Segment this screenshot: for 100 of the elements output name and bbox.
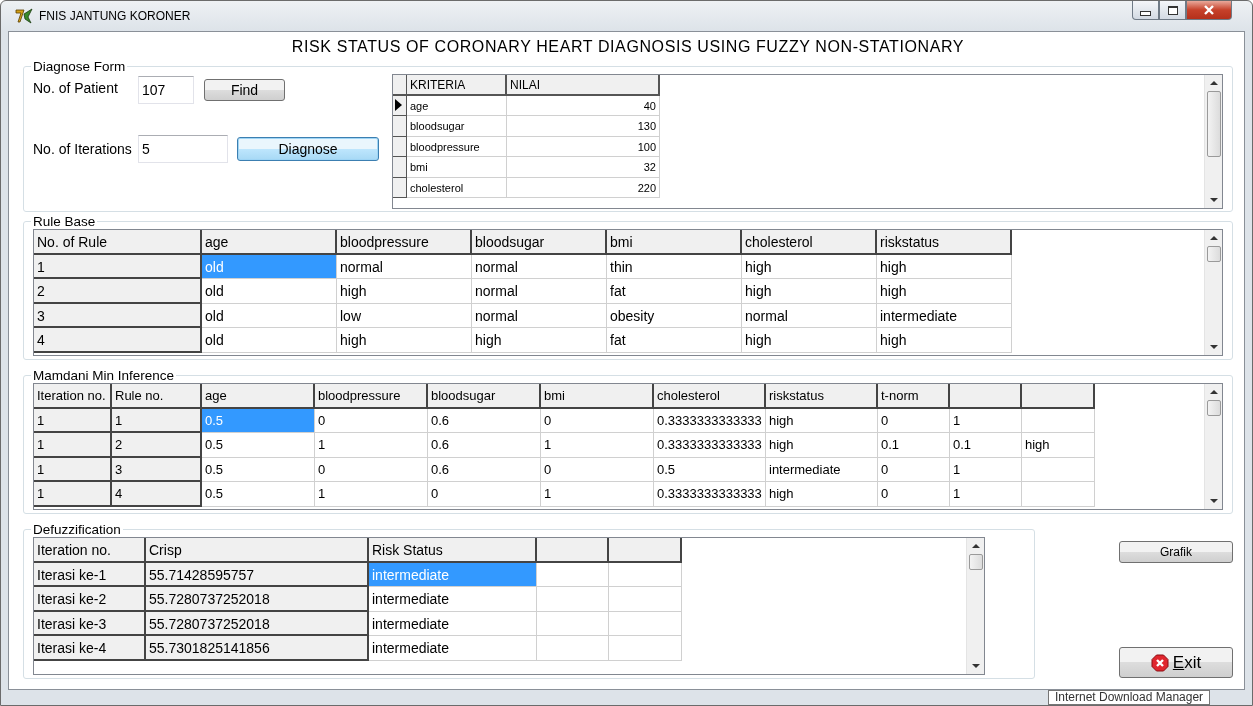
row-header[interactable] (393, 116, 407, 137)
table-cell: 0 (541, 457, 654, 482)
table-cell: 1 (315, 482, 428, 507)
scrollbar[interactable] (966, 538, 984, 674)
close-button[interactable] (1186, 1, 1232, 20)
row-header[interactable] (393, 157, 407, 178)
table-cell: normal (337, 254, 472, 279)
table-cell: high (472, 328, 607, 353)
row-header-cell: 55.7301825141856 (146, 636, 369, 661)
scrollbar[interactable] (1204, 75, 1222, 208)
table-cell: high (337, 328, 472, 353)
row-header-cell: 4 (112, 482, 202, 507)
group-label: Mamdani Min Inference (32, 368, 176, 383)
row-header-cell: 55.7280737252018 (146, 611, 369, 636)
scroll-thumb[interactable] (1206, 91, 1221, 157)
table-cell: intermediate (369, 636, 537, 661)
column-header[interactable]: age (202, 384, 315, 409)
column-header[interactable]: Crisp (146, 538, 369, 563)
scrollbar[interactable] (1204, 230, 1222, 355)
maximize-button[interactable] (1159, 1, 1186, 20)
column-header[interactable]: Risk Status (369, 538, 537, 563)
minimize-button[interactable] (1132, 1, 1159, 20)
iterations-field[interactable]: 5 (138, 135, 228, 163)
row-header-cell: 1 (34, 254, 202, 279)
table-cell: 1 (950, 482, 1022, 507)
scroll-down-icon[interactable] (1209, 198, 1218, 202)
column-header[interactable]: bmi (541, 384, 654, 409)
column-header[interactable]: NILAI (507, 75, 660, 96)
row-header-cell: 1 (34, 457, 112, 482)
scroll-thumb[interactable] (1206, 400, 1221, 416)
scroll-up-icon[interactable] (971, 544, 980, 548)
column-header[interactable]: age (202, 230, 337, 255)
exit-button[interactable]: Exit (1119, 647, 1233, 678)
table-cell: 0.1 (950, 433, 1022, 458)
table-cell: normal (472, 279, 607, 304)
table-cell: high (877, 254, 1012, 279)
row-header-cell: Iterasi ke-3 (34, 611, 146, 636)
column-header[interactable] (609, 538, 682, 563)
column-header[interactable]: bmi (607, 230, 742, 255)
column-header[interactable]: cholesterol (654, 384, 766, 409)
scroll-thumb[interactable] (968, 554, 983, 570)
column-header[interactable] (1022, 384, 1095, 409)
column-header[interactable]: bloodsugar (472, 230, 607, 255)
table-cell: high (1022, 433, 1095, 458)
row-header-cell: 1 (34, 433, 112, 458)
row-header[interactable] (393, 136, 407, 157)
scroll-down-icon[interactable] (971, 664, 980, 668)
table-cell: high (877, 328, 1012, 353)
table-cell (537, 587, 609, 612)
column-header[interactable] (950, 384, 1022, 409)
table-cell: old (202, 254, 337, 279)
table-cell: obesity (607, 303, 742, 328)
table-cell: 0.6 (428, 408, 541, 433)
patient-number-field[interactable]: 107 (138, 76, 194, 104)
row-header-cell: Iterasi ke-1 (34, 562, 146, 587)
row-header-cell: 55.71428595757 (146, 562, 369, 587)
scroll-down-icon[interactable] (1209, 345, 1218, 349)
find-button[interactable]: Find (204, 79, 285, 101)
table-cell: 0.5 (202, 408, 315, 433)
column-header[interactable]: bloodsugar (428, 384, 541, 409)
scroll-up-icon[interactable] (1209, 236, 1218, 240)
table-cell: old (202, 279, 337, 304)
row-header[interactable] (393, 177, 407, 198)
column-header[interactable]: No. of Rule (34, 230, 202, 255)
table-cell: 0.5 (202, 482, 315, 507)
diagnose-button[interactable]: Diagnose (237, 137, 379, 161)
scroll-up-icon[interactable] (1209, 390, 1218, 394)
chart-button[interactable]: Grafik (1119, 541, 1233, 563)
column-header[interactable]: Iteration no. (34, 538, 146, 563)
column-header[interactable]: t-norm (878, 384, 950, 409)
table-cell: high (766, 408, 878, 433)
column-header[interactable]: Iteration no. (34, 384, 112, 409)
table-cell: cholesterol (407, 177, 507, 198)
column-header[interactable]: bloodpressure (337, 230, 472, 255)
table-cell: normal (742, 303, 877, 328)
table-cell: 100 (507, 136, 660, 157)
row-header[interactable] (393, 95, 407, 116)
field-label: No. of Patient (33, 80, 119, 96)
scrollbar[interactable] (1204, 384, 1222, 509)
table-cell: 0.3333333333333 (654, 433, 766, 458)
scroll-up-icon[interactable] (1209, 81, 1218, 85)
column-header[interactable]: bloodpressure (315, 384, 428, 409)
column-header[interactable]: KRITERIA (407, 75, 507, 96)
cancel-icon (1150, 653, 1169, 672)
row-header-cell: 3 (112, 457, 202, 482)
table-cell: 0 (315, 408, 428, 433)
table-cell: 1 (315, 433, 428, 458)
table-cell: high (742, 328, 877, 353)
scroll-down-icon[interactable] (1209, 499, 1218, 503)
column-header[interactable]: riskstatus (877, 230, 1012, 255)
column-header[interactable] (537, 538, 609, 563)
row-header-cell: Iterasi ke-4 (34, 636, 146, 661)
column-header[interactable]: riskstatus (766, 384, 878, 409)
column-header[interactable]: cholesterol (742, 230, 877, 255)
table-cell: intermediate (369, 562, 537, 587)
scroll-thumb[interactable] (1206, 246, 1221, 262)
table-cell: high (766, 482, 878, 507)
column-header[interactable]: Rule no. (112, 384, 202, 409)
table-cell (537, 562, 609, 587)
close-icon (1203, 5, 1215, 15)
